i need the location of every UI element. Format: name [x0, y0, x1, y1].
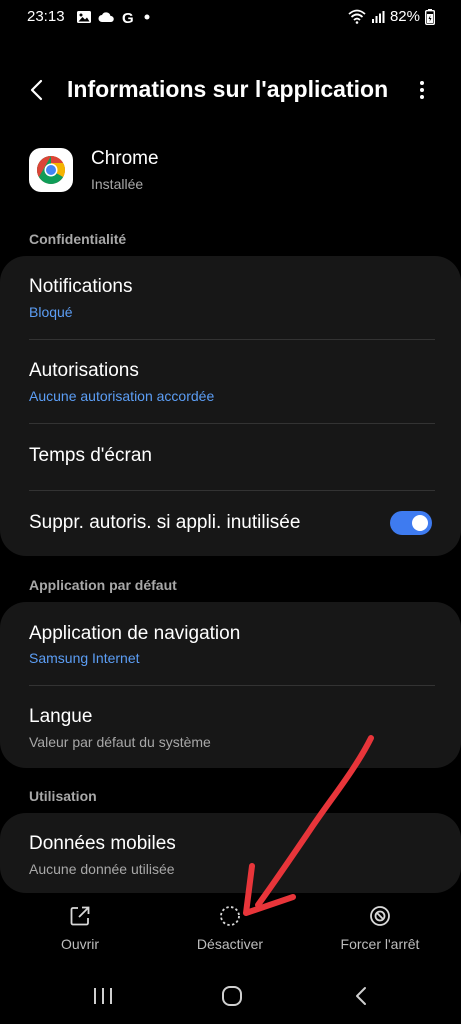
- item-title: Application de navigation: [29, 623, 241, 644]
- toggle-knob: [412, 515, 428, 531]
- list-item-browser-app[interactable]: Application de navigation Samsung Intern…: [0, 602, 461, 685]
- open-label: Ouvrir: [60, 936, 100, 952]
- recents-icon[interactable]: [89, 984, 117, 1008]
- back-icon[interactable]: [348, 984, 376, 1008]
- chevron-left-icon[interactable]: [26, 78, 48, 102]
- item-subtitle: Aucune donnée utilisée: [29, 861, 175, 877]
- battery-percent: 82%: [389, 8, 420, 25]
- navigation-bar: [0, 972, 461, 1024]
- section-header-privacy: Confidentialité: [29, 231, 127, 247]
- svg-text:G: G: [122, 10, 134, 25]
- item-title: Autorisations: [29, 360, 139, 381]
- force-stop-icon: [370, 906, 390, 926]
- more-vert-icon[interactable]: [412, 78, 432, 102]
- list-item-screen-time[interactable]: Temps d'écran: [0, 424, 461, 490]
- app-header: Chrome Installée: [0, 146, 461, 198]
- item-title: Données mobiles: [29, 833, 176, 854]
- google-icon: G: [122, 10, 134, 25]
- app-name: Chrome: [91, 148, 159, 169]
- top-app-bar: Informations sur l'application: [0, 66, 461, 114]
- home-icon[interactable]: [218, 984, 246, 1008]
- wifi-icon: [348, 9, 366, 24]
- disable-icon: [220, 906, 240, 926]
- item-title: Langue: [29, 706, 93, 727]
- section-header-usage: Utilisation: [29, 788, 97, 804]
- item-subtitle: Aucune autorisation accordée: [29, 388, 215, 404]
- force-stop-label: Forcer l'arrêt: [340, 936, 420, 952]
- open-button[interactable]: Ouvrir: [10, 896, 150, 952]
- section-header-default-app: Application par défaut: [29, 577, 177, 593]
- disable-button[interactable]: Désactiver: [160, 896, 300, 952]
- battery-icon: [425, 8, 435, 25]
- dot-icon: [144, 14, 150, 20]
- image-icon: [77, 11, 91, 23]
- item-subtitle: Valeur par défaut du système: [29, 734, 211, 750]
- default-app-card: Application de navigation Samsung Intern…: [0, 602, 461, 768]
- list-item-permissions[interactable]: Autorisations Aucune autorisation accord…: [0, 340, 461, 424]
- item-title: Suppr. autoris. si appli. inutilisée: [29, 512, 301, 533]
- signal-icon: [371, 10, 385, 23]
- usage-card: Données mobiles Aucune donnée utilisée: [0, 813, 461, 893]
- item-title: Notifications: [29, 276, 133, 297]
- item-title: Temps d'écran: [29, 445, 152, 466]
- remove-permissions-toggle[interactable]: [390, 511, 432, 535]
- privacy-card: Notifications Bloqué Autorisations Aucun…: [0, 256, 461, 556]
- chrome-icon: [29, 148, 73, 192]
- item-subtitle: Samsung Internet: [29, 650, 140, 666]
- list-item-notifications[interactable]: Notifications Bloqué: [0, 256, 461, 340]
- status-time: 23:13: [27, 8, 65, 25]
- list-item-language[interactable]: Langue Valeur par défaut du système: [0, 686, 461, 768]
- force-stop-button[interactable]: Forcer l'arrêt: [310, 896, 450, 952]
- status-bar: 23:13 G 82%: [0, 0, 461, 34]
- open-external-icon: [70, 906, 90, 926]
- cloud-icon: [98, 12, 114, 22]
- list-item-remove-permissions[interactable]: Suppr. autoris. si appli. inutilisée: [0, 491, 461, 556]
- list-item-mobile-data[interactable]: Données mobiles Aucune donnée utilisée: [0, 813, 461, 893]
- notification-icons: G: [76, 9, 152, 25]
- app-status: Installée: [91, 176, 144, 192]
- disable-label: Désactiver: [196, 936, 264, 952]
- status-right: 82%: [348, 8, 435, 25]
- item-subtitle: Bloqué: [29, 304, 73, 320]
- bottom-action-bar: Ouvrir Désactiver Forcer l'arrêt: [0, 896, 461, 964]
- page-title: Informations sur l'application: [67, 76, 389, 102]
